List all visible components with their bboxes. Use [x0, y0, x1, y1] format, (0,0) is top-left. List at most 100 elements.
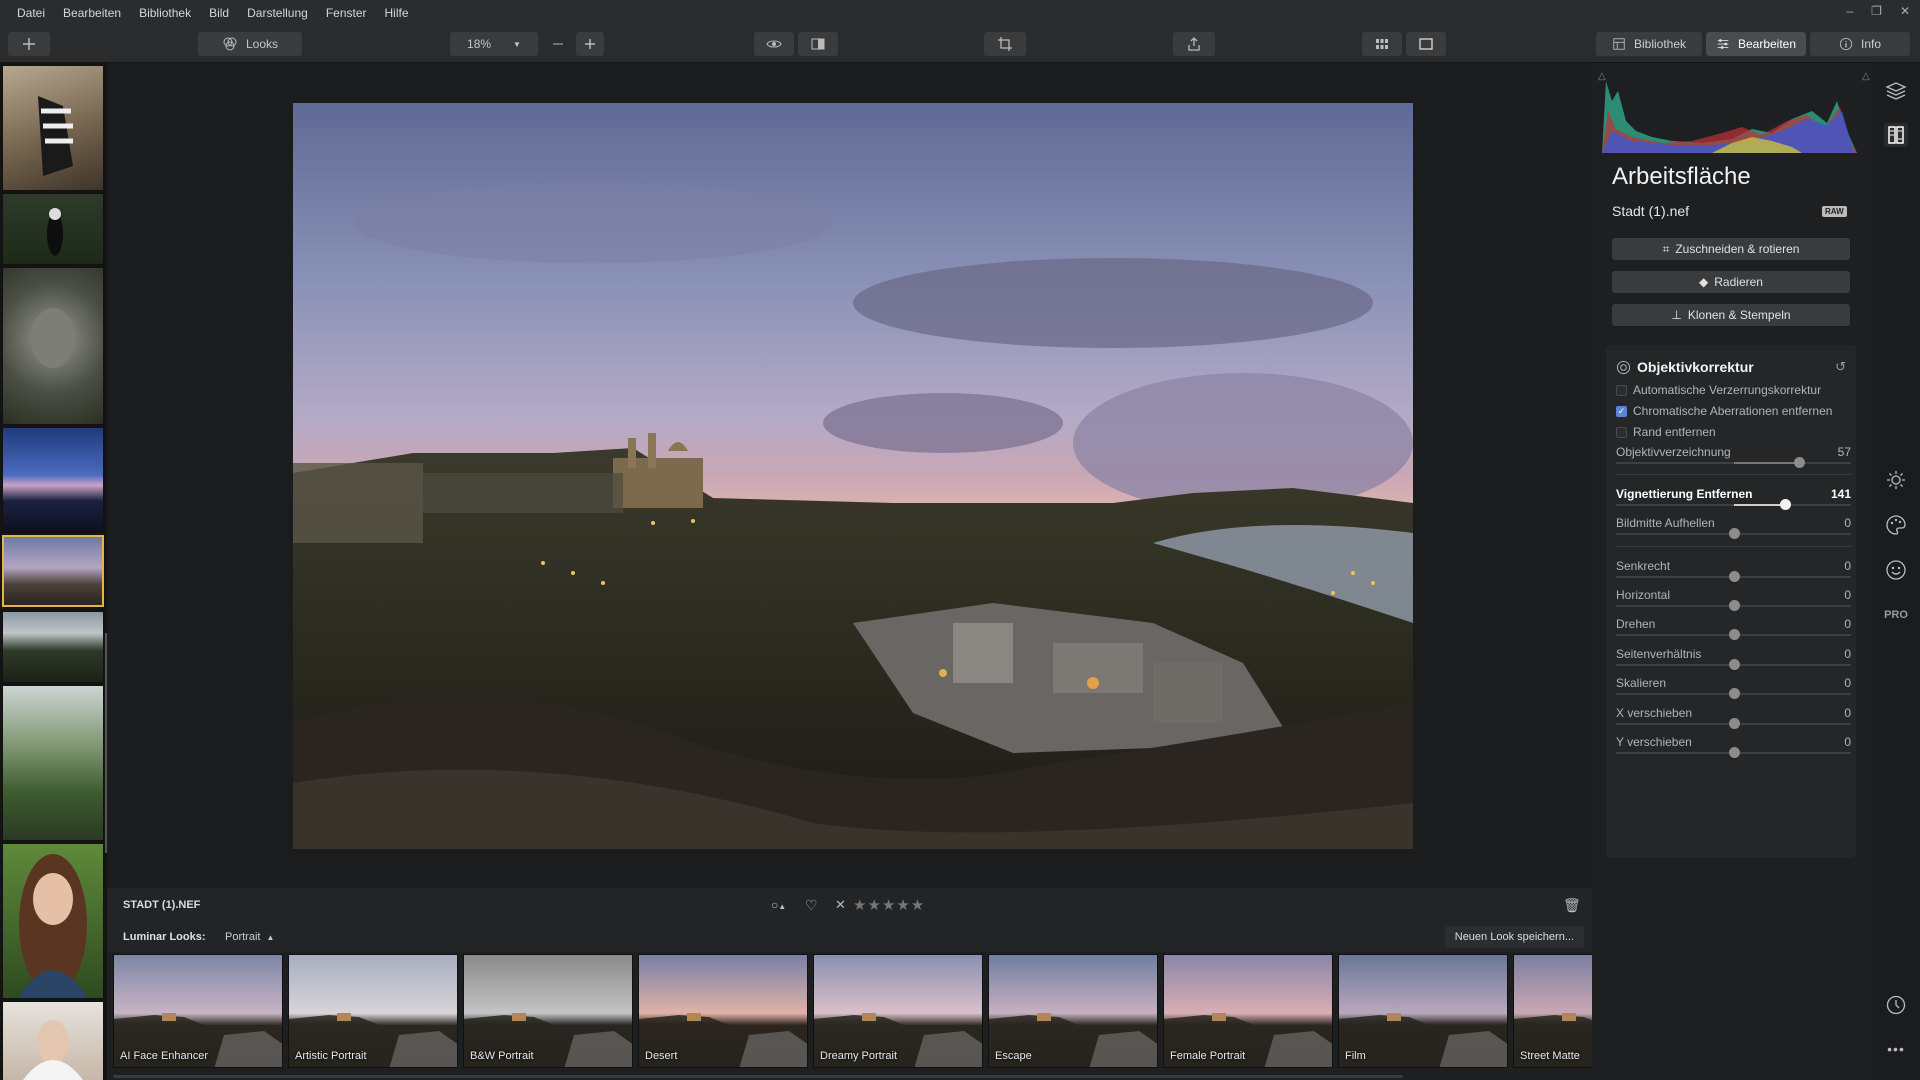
looks-category-select[interactable]: Portrait ▲: [215, 926, 284, 948]
shadow-clip-icon[interactable]: △: [1598, 71, 1606, 82]
canvas-tools-icon[interactable]: [1884, 123, 1908, 147]
menu-darstellung[interactable]: Darstellung: [238, 6, 317, 20]
looks-button[interactable]: Looks: [198, 32, 302, 56]
menu-bibliothek[interactable]: Bibliothek: [130, 6, 200, 20]
image-canvas[interactable]: [107, 63, 1592, 888]
slider-handle[interactable]: [1728, 688, 1740, 699]
look-preset[interactable]: Artistic Portrait: [288, 954, 458, 1068]
menu-datei[interactable]: Datei: [8, 6, 54, 20]
face-icon[interactable]: [1884, 558, 1908, 582]
look-preset[interactable]: Dreamy Portrait: [813, 954, 983, 1068]
compare-button[interactable]: [798, 32, 838, 56]
crop-rotate-button[interactable]: ⌗ Zuschneiden & rotieren: [1612, 238, 1850, 260]
thumbnail[interactable]: [2, 685, 104, 841]
checkbox[interactable]: [1616, 426, 1627, 438]
slider-handle[interactable]: [1728, 718, 1740, 729]
thumbnail-selected[interactable]: [2, 535, 104, 607]
preview-button[interactable]: [754, 32, 794, 56]
color-label-select[interactable]: ○▲: [771, 898, 786, 912]
reset-icon[interactable]: ↺: [1835, 359, 1846, 375]
look-preset[interactable]: B&W Portrait: [463, 954, 633, 1068]
minimize-icon[interactable]: –: [1846, 4, 1853, 18]
grid-view-button[interactable]: [1362, 32, 1402, 56]
look-preset[interactable]: AI Face Enhancer: [113, 954, 283, 1068]
slider-track[interactable]: [1616, 659, 1851, 670]
slider-handle[interactable]: [1728, 747, 1740, 758]
look-preset[interactable]: Film: [1338, 954, 1508, 1068]
slider-handle[interactable]: [1728, 659, 1740, 670]
slider-track[interactable]: [1616, 629, 1851, 640]
star-rating[interactable]: ★★★★★: [853, 896, 925, 914]
slider-track[interactable]: [1616, 747, 1851, 758]
lens-correction-header[interactable]: Objektivkorrektur: [1616, 359, 1754, 375]
thumbnail[interactable]: [2, 611, 104, 683]
checkbox[interactable]: [1616, 384, 1627, 396]
slider-handle[interactable]: [1728, 600, 1740, 611]
export-button[interactable]: [1173, 32, 1215, 56]
menu-bearbeiten[interactable]: Bearbeiten: [54, 6, 130, 20]
thumbnail[interactable]: [2, 1001, 104, 1080]
save-look-button[interactable]: Neuen Look speichern...: [1444, 926, 1584, 948]
slider-label: X verschieben: [1616, 706, 1693, 720]
tab-library[interactable]: Bibliothek: [1596, 32, 1702, 56]
slider-handle[interactable]: [1780, 499, 1792, 510]
reject-icon[interactable]: ✕: [835, 897, 846, 913]
zoom-in-button[interactable]: [576, 32, 604, 56]
layers-icon[interactable]: [1884, 79, 1908, 103]
look-name: Escape: [995, 1050, 1032, 1062]
menu-bild[interactable]: Bild: [200, 6, 238, 20]
slider-value: 57: [1837, 445, 1851, 459]
checkbox-checked[interactable]: ✓: [1616, 405, 1627, 417]
tab-info[interactable]: Info: [1810, 32, 1910, 56]
look-preset[interactable]: Escape: [988, 954, 1158, 1068]
slider-track[interactable]: [1616, 457, 1851, 468]
eye-icon: [766, 40, 782, 48]
slider-track[interactable]: [1616, 528, 1851, 539]
zoom-select[interactable]: 18% ▼: [450, 32, 538, 56]
clone-stamp-button[interactable]: ⊥ Klonen & Stempeln: [1612, 304, 1850, 326]
thumbnail[interactable]: [2, 193, 104, 265]
look-preset[interactable]: Desert: [638, 954, 808, 1068]
close-icon[interactable]: ✕: [1900, 4, 1910, 18]
zoom-out-button[interactable]: [544, 32, 572, 56]
photo-preview[interactable]: [293, 103, 1413, 849]
tab-edit-label: Bearbeiten: [1737, 37, 1797, 51]
single-view-button[interactable]: [1406, 32, 1446, 56]
menu-hilfe[interactable]: Hilfe: [376, 6, 418, 20]
toolbar: Looks 18% ▼ Bibliothek Bearbeiten Info: [0, 25, 1920, 63]
slider-handle[interactable]: [1794, 457, 1806, 468]
slider-track[interactable]: [1616, 718, 1851, 729]
add-button[interactable]: [8, 32, 50, 56]
more-icon[interactable]: •••: [1884, 1037, 1908, 1061]
lens-checkbox-row[interactable]: Automatische Verzerrungskorrektur: [1616, 383, 1821, 397]
slider-track[interactable]: [1616, 571, 1851, 582]
menu-fenster[interactable]: Fenster: [317, 6, 376, 20]
restore-icon[interactable]: ❐: [1871, 4, 1882, 18]
thumbnail[interactable]: [2, 267, 104, 425]
slider-track[interactable]: [1616, 499, 1851, 510]
heart-icon[interactable]: ♡: [805, 897, 818, 914]
thumbnail[interactable]: [2, 65, 104, 191]
history-icon[interactable]: [1884, 993, 1908, 1017]
crop-tool-button[interactable]: [984, 32, 1026, 56]
highlight-clip-icon[interactable]: △: [1862, 71, 1870, 82]
sun-icon[interactable]: [1884, 468, 1908, 492]
palette-icon[interactable]: [1884, 513, 1908, 537]
thumbnail[interactable]: [2, 843, 104, 999]
erase-button[interactable]: ◆ Radieren: [1612, 271, 1850, 293]
slider-handle[interactable]: [1728, 528, 1740, 539]
thumbnail[interactable]: [2, 427, 104, 533]
lens-checkbox-row[interactable]: ✓ Chromatische Aberrationen entfernen: [1616, 404, 1832, 418]
trash-icon[interactable]: 🗑: [1563, 897, 1581, 914]
slider-handle[interactable]: [1728, 629, 1740, 640]
lens-checkbox-row[interactable]: Rand entfernen: [1616, 425, 1716, 439]
slider-track[interactable]: [1616, 688, 1851, 699]
look-preset[interactable]: Female Portrait: [1163, 954, 1333, 1068]
looks-scrollbar[interactable]: [113, 1075, 1403, 1078]
slider-handle[interactable]: [1728, 571, 1740, 582]
slider-label: Skalieren: [1616, 676, 1667, 690]
slider-track[interactable]: [1616, 600, 1851, 611]
look-preset[interactable]: Street Matte: [1513, 954, 1592, 1068]
pro-tools-icon[interactable]: PRO: [1884, 603, 1908, 627]
tab-edit[interactable]: Bearbeiten: [1706, 32, 1806, 56]
